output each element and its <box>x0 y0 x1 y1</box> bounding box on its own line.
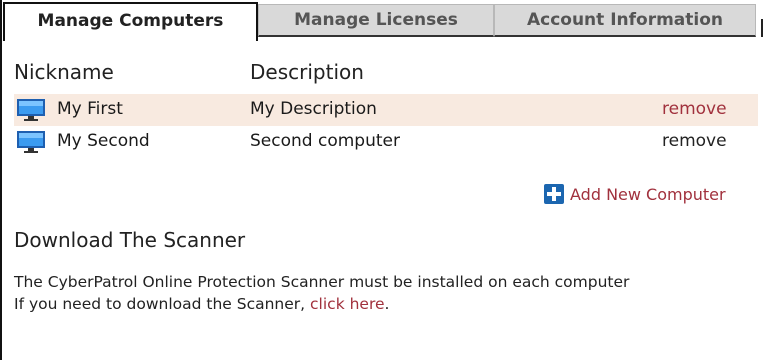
download-scanner-heading: Download The Scanner <box>14 228 246 252</box>
computer-row: My Second Second computer remove <box>14 126 758 158</box>
remove-computer-link[interactable]: remove <box>662 99 727 119</box>
computer-monitor-icon <box>17 131 45 153</box>
computer-description: My Description <box>250 99 377 119</box>
computer-nickname: My First <box>57 99 123 119</box>
computer-row: My First My Description remove <box>14 94 758 126</box>
download-click-here-link[interactable]: click here <box>310 295 385 313</box>
download-instructions-prefix: If you need to download the Scanner, <box>14 295 311 313</box>
download-instructions: The CyberPatrol Online Protection Scanne… <box>14 271 629 315</box>
column-header-description: Description <box>250 60 364 84</box>
tab-account-information[interactable]: Account Information <box>494 4 763 38</box>
tab-bar-edge <box>756 37 764 39</box>
add-new-computer-button[interactable]: Add New Computer <box>544 183 726 205</box>
download-instructions-suffix: . <box>384 295 390 313</box>
download-instructions-line2: If you need to download the Scanner, cli… <box>14 293 629 315</box>
add-new-computer-label: Add New Computer <box>570 184 726 204</box>
panel-left-border <box>0 0 2 360</box>
plus-icon <box>544 184 564 204</box>
remove-computer-link[interactable]: remove <box>662 131 727 151</box>
computer-monitor-icon <box>17 99 45 121</box>
tab-bar: Manage Computers Manage Licenses Account… <box>0 0 764 41</box>
download-instructions-line1: The CyberPatrol Online Protection Scanne… <box>14 273 630 291</box>
computer-nickname: My Second <box>57 131 150 151</box>
manage-computers-panel: Manage Computers Manage Licenses Account… <box>0 0 764 360</box>
column-header-nickname: Nickname <box>14 60 114 84</box>
tab-manage-computers[interactable]: Manage Computers <box>3 2 258 41</box>
tab-manage-licenses[interactable]: Manage Licenses <box>258 4 494 37</box>
computer-description: Second computer <box>250 131 400 151</box>
